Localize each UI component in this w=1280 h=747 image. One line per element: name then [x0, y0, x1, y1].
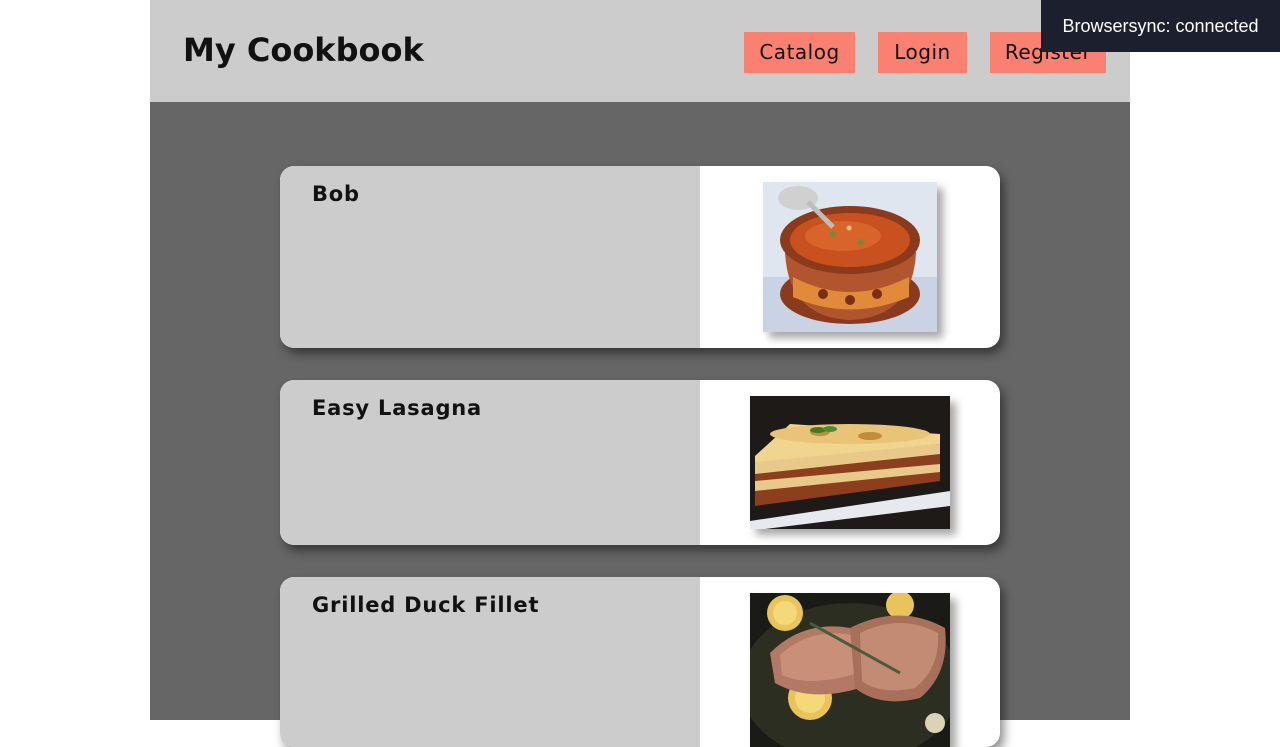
duck-fillet-image[interactable] [750, 593, 950, 747]
recipe-info: Easy Lasagna [280, 380, 700, 545]
recipe-info: Grilled Duck Fillet [280, 577, 700, 747]
nav-login-button[interactable]: Login [878, 32, 967, 73]
recipe-title: Bob [312, 182, 360, 206]
recipe-card[interactable]: Grilled Duck Fillet [280, 577, 1000, 747]
site-header: My Cookbook Catalog Login Register [150, 0, 1130, 102]
recipe-title: Easy Lasagna [312, 396, 482, 420]
page-container: My Cookbook Catalog Login Register Bob E… [150, 0, 1130, 747]
soup-pot-image[interactable] [763, 182, 937, 332]
recipe-info: Bob [280, 166, 700, 348]
site-title: My Cookbook [183, 31, 424, 69]
nav-catalog-button[interactable]: Catalog [744, 32, 855, 73]
recipe-title: Grilled Duck Fillet [312, 593, 540, 617]
browsersync-notification: Browsersync: connected [1041, 0, 1280, 52]
lasagna-image[interactable] [750, 396, 950, 529]
recipe-card[interactable]: Easy Lasagna [280, 380, 1000, 545]
recipe-card[interactable]: Bob [280, 166, 1000, 348]
